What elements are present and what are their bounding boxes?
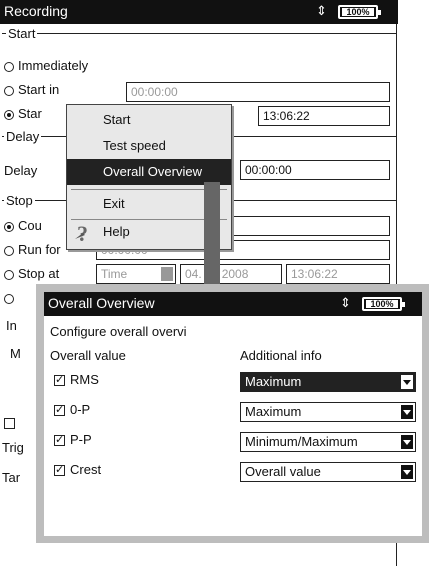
dialog-description: Configure overall overvi bbox=[50, 324, 187, 339]
run-for-radio[interactable] bbox=[4, 246, 14, 256]
target-label: Tar bbox=[2, 470, 21, 485]
count-radio[interactable] bbox=[4, 222, 14, 232]
delay-label: Delay bbox=[4, 163, 38, 178]
dialog-titlebar: Overall Overview ⇕ 100% bbox=[44, 292, 422, 316]
recording-titlebar: Recording ⇕ 100% bbox=[0, 0, 398, 24]
delay-field[interactable]: 00:00:00 bbox=[240, 160, 390, 180]
start-at-radio[interactable] bbox=[4, 110, 14, 120]
rms-checkbox[interactable]: ✓ bbox=[54, 375, 65, 386]
chevron-down-icon bbox=[401, 405, 413, 419]
count-field[interactable] bbox=[232, 216, 390, 236]
power-plug-icon: ⇕ bbox=[340, 295, 351, 310]
chevron-down-icon bbox=[401, 465, 413, 479]
trigger-label: Trig bbox=[2, 440, 24, 455]
immediately-radio[interactable] bbox=[4, 62, 14, 72]
chevron-down-icon bbox=[161, 267, 173, 281]
interval-m-label: M bbox=[10, 346, 21, 361]
stop-at-label: Stop at bbox=[18, 266, 60, 281]
crest-checkbox[interactable]: ✓ bbox=[54, 465, 65, 476]
svg-text:?: ? bbox=[77, 221, 88, 245]
stop-at-mode-select[interactable]: Time bbox=[96, 264, 176, 284]
overall-overview-dialog: Overall Overview ⇕ 100% Configure overal… bbox=[36, 284, 429, 543]
start-in-field[interactable]: 00:00:00 bbox=[126, 82, 390, 102]
stop-at-radio[interactable] bbox=[4, 270, 14, 280]
stop-group-title: Stop bbox=[4, 193, 35, 208]
start-at-label: Star bbox=[18, 106, 42, 121]
battery-icon: 100% bbox=[338, 5, 381, 19]
option-checkbox[interactable] bbox=[4, 418, 15, 429]
stop-option-radio[interactable] bbox=[4, 294, 14, 304]
start-group-title: Start bbox=[6, 26, 38, 41]
power-plug-icon: ⇕ bbox=[316, 3, 327, 18]
crest-info-dropdown[interactable]: Overall value bbox=[240, 462, 416, 482]
start-in-radio[interactable] bbox=[4, 86, 14, 96]
delay-group-title: Delay bbox=[4, 129, 42, 144]
zero-peak-checkbox[interactable]: ✓ bbox=[54, 405, 65, 416]
peak-peak-checkbox[interactable]: ✓ bbox=[54, 435, 65, 446]
immediately-label: Immediately bbox=[18, 58, 89, 73]
start-at-time-field[interactable]: 13:06:22 bbox=[258, 106, 390, 126]
menu-item-test-speed[interactable]: Test speed bbox=[67, 133, 231, 159]
dialog-body: Configure overall overvi Overall value A… bbox=[44, 316, 422, 536]
stop-at-time-field[interactable]: 13:06:22 bbox=[286, 264, 390, 284]
zero-peak-label: 0-P bbox=[70, 402, 91, 417]
peak-peak-info-dropdown[interactable]: Minimum/Maximum bbox=[240, 432, 416, 452]
rms-info-dropdown[interactable]: Maximum bbox=[240, 372, 416, 392]
help-icon: ? bbox=[75, 221, 88, 245]
run-for-label: Run for bbox=[18, 242, 61, 257]
dialog-title: Overall Overview bbox=[48, 295, 155, 311]
count-label: Cou bbox=[18, 218, 42, 233]
battery-icon: 100% bbox=[362, 297, 405, 311]
peak-peak-label: P-P bbox=[70, 432, 92, 447]
menu-item-start[interactable]: Start bbox=[67, 107, 231, 133]
interval-group-title: In bbox=[6, 318, 17, 333]
chevron-down-icon bbox=[401, 435, 413, 449]
start-in-label: Start in bbox=[18, 82, 60, 97]
rms-label: RMS bbox=[70, 372, 99, 387]
window-title: Recording bbox=[4, 3, 68, 19]
chevron-down-icon bbox=[401, 375, 413, 389]
crest-label: Crest bbox=[70, 462, 102, 477]
additional-info-header: Additional info bbox=[240, 348, 322, 363]
overall-value-header: Overall value bbox=[50, 348, 126, 363]
zero-peak-info-dropdown[interactable]: Maximum bbox=[240, 402, 416, 422]
start-group-border bbox=[2, 33, 396, 34]
